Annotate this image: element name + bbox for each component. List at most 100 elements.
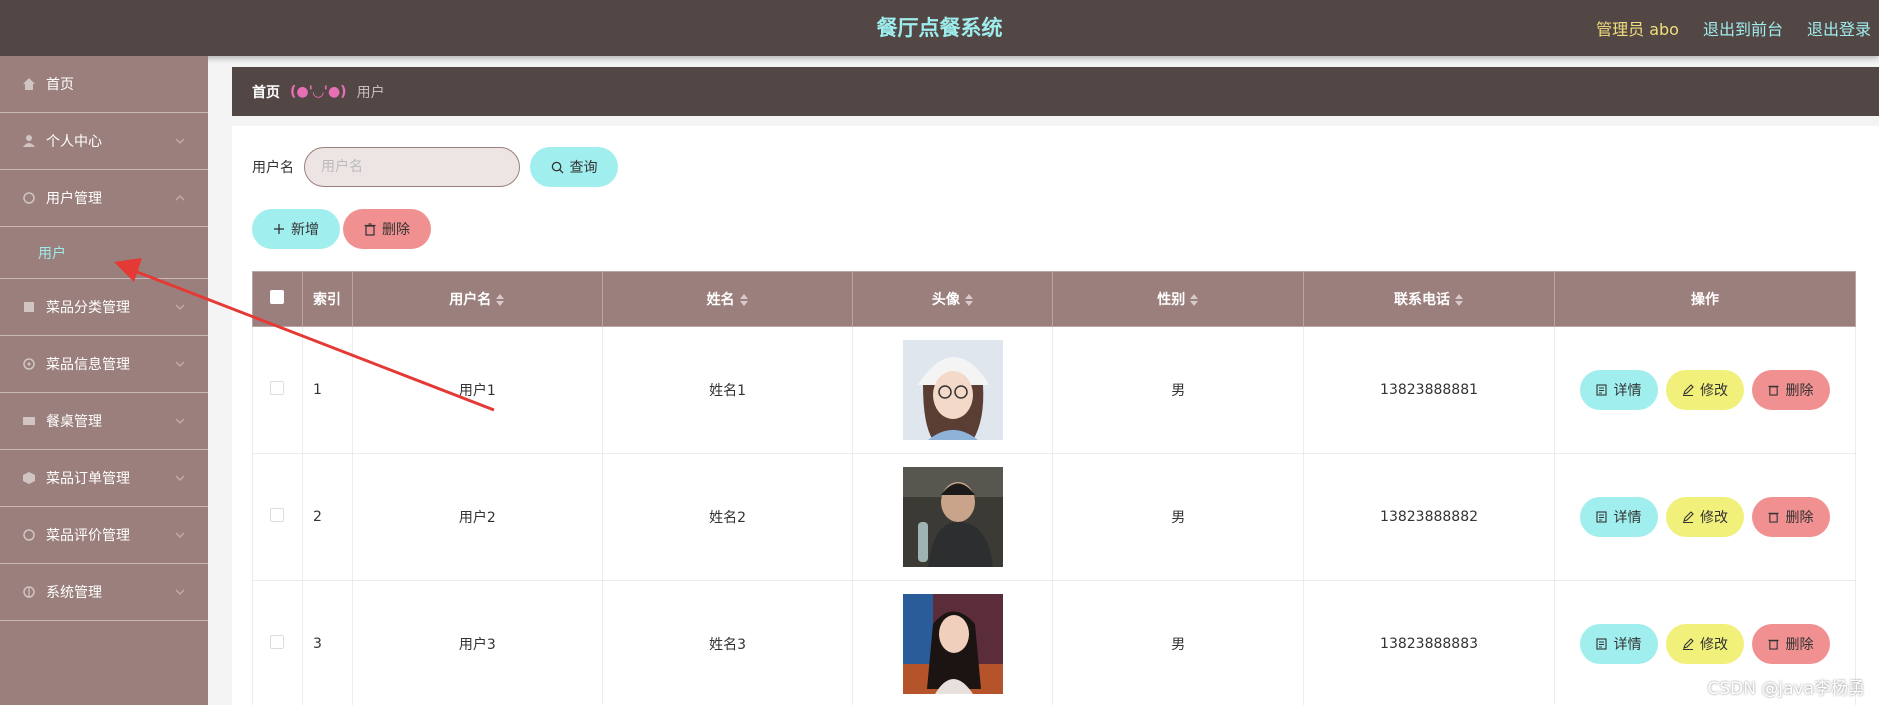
delete-button[interactable]: 删除 — [1751, 497, 1830, 537]
add-button-label: 新增 — [291, 222, 319, 238]
column-header-label: 用户名 — [449, 292, 492, 308]
chevron-down-icon — [175, 589, 185, 596]
username-search-input[interactable] — [304, 147, 520, 187]
trash-icon — [1768, 639, 1780, 650]
logout-link[interactable]: 退出登录 — [1807, 16, 1871, 40]
row-select-cell — [252, 580, 303, 705]
edit-button-label: 修改 — [1699, 383, 1728, 399]
dish-icon — [22, 357, 36, 371]
users-table: 索引 用户名 姓名 头像 性别 联系电话 操作 1 用户1 姓名1 男 1382… — [252, 271, 1857, 705]
row-actions: 详情 修改 删除 — [1555, 497, 1855, 537]
trash-icon — [364, 222, 376, 236]
sidebar-item-home[interactable]: 首页 — [0, 56, 208, 113]
row-checkbox[interactable] — [270, 635, 285, 649]
document-icon — [1596, 511, 1608, 523]
edit-button[interactable]: 修改 — [1665, 370, 1744, 410]
edit-icon — [1682, 511, 1694, 523]
avatar — [902, 467, 1003, 567]
top-header: 餐厅点餐系统 管理员 abo 退出到前台 退出登录 — [0, 0, 1879, 56]
row-select-cell — [252, 326, 303, 454]
cell-index: 3 — [301, 580, 353, 705]
row-checkbox[interactable] — [270, 508, 285, 522]
cell-index: 2 — [301, 453, 353, 581]
column-header-index: 索引 — [301, 271, 353, 327]
cell-phone: 13823888883 — [1303, 580, 1555, 705]
document-icon — [1596, 638, 1608, 650]
sidebar-item-user-management[interactable]: 用户管理 — [0, 170, 208, 227]
cell-name: 姓名1 — [601, 326, 854, 454]
sidebar-item-label: 菜品评价管理 — [46, 528, 130, 544]
sidebar-item-label: 菜品订单管理 — [46, 471, 130, 487]
sidebar-subitem-users[interactable]: 用户 — [0, 227, 208, 279]
detail-button[interactable]: 详情 — [1579, 370, 1658, 410]
chevron-down-icon — [175, 304, 185, 311]
trash-icon — [1768, 512, 1780, 523]
edit-icon — [1682, 638, 1694, 650]
column-header-name[interactable]: 姓名 — [601, 271, 854, 327]
chevron-down-icon — [175, 532, 185, 539]
detail-button[interactable]: 详情 — [1579, 624, 1658, 664]
sidebar-item-profile[interactable]: 个人中心 — [0, 113, 208, 170]
order-icon — [22, 471, 36, 485]
sidebar-item-label: 系统管理 — [46, 585, 102, 601]
column-header-username[interactable]: 用户名 — [351, 271, 603, 327]
column-header-gender[interactable]: 性别 — [1052, 271, 1305, 327]
sidebar-item-order-management[interactable]: 菜品订单管理 — [0, 450, 208, 507]
detail-button[interactable]: 详情 — [1579, 497, 1658, 537]
cell-username: 用户2 — [351, 453, 603, 581]
delete-button[interactable]: 删除 — [1751, 370, 1830, 410]
cell-username: 用户3 — [351, 580, 603, 705]
cell-index: 1 — [301, 326, 353, 454]
table-row: 2 用户2 姓名2 男 13823888882 详情 修改 删除 — [252, 453, 1857, 581]
row-checkbox[interactable] — [270, 381, 285, 395]
avatar — [902, 594, 1003, 694]
select-all-checkbox[interactable] — [270, 290, 285, 304]
table-icon — [22, 414, 36, 428]
back-to-front-link[interactable]: 退出到前台 — [1703, 16, 1783, 40]
breadcrumb-home[interactable]: 首页 — [252, 82, 280, 102]
column-header-phone[interactable]: 联系电话 — [1303, 271, 1555, 327]
cell-actions: 详情 修改 删除 — [1553, 453, 1857, 581]
select-all-header — [252, 271, 303, 327]
column-header-avatar[interactable]: 头像 — [852, 271, 1054, 327]
chevron-down-icon — [175, 475, 185, 482]
column-header-label: 姓名 — [706, 292, 735, 308]
sort-icon — [739, 294, 748, 306]
edit-button[interactable]: 修改 — [1665, 624, 1744, 664]
sort-icon — [1190, 294, 1199, 306]
edit-icon — [1682, 384, 1694, 396]
cell-gender: 男 — [1052, 326, 1305, 454]
sidebar-item-system-management[interactable]: 系统管理 — [0, 564, 208, 621]
sidebar-item-dish-management[interactable]: 菜品信息管理 — [0, 336, 208, 393]
sidebar-item-review-management[interactable]: 菜品评价管理 — [0, 507, 208, 564]
edit-button-label: 修改 — [1699, 510, 1728, 526]
sidebar-item-table-management[interactable]: 餐桌管理 — [0, 393, 208, 450]
search-label: 用户名 — [252, 160, 294, 176]
cell-actions: 详情 修改 删除 — [1553, 326, 1857, 454]
sidebar-item-category-management[interactable]: 菜品分类管理 — [0, 279, 208, 336]
cell-name: 姓名2 — [601, 453, 854, 581]
detail-button-label: 详情 — [1613, 637, 1642, 653]
cell-avatar — [852, 453, 1054, 581]
edit-button-label: 修改 — [1699, 637, 1728, 653]
action-bar: 新增 删除 — [252, 209, 431, 249]
sort-icon — [496, 294, 505, 306]
edit-button[interactable]: 修改 — [1665, 497, 1744, 537]
add-button[interactable]: 新增 — [252, 209, 340, 249]
cell-avatar — [852, 326, 1054, 454]
document-icon — [1596, 384, 1608, 396]
table-row: 3 用户3 姓名3 男 13823888883 详情 修改 删除 — [252, 580, 1857, 705]
breadcrumb-separator: (●'◡'●) — [290, 83, 347, 100]
user-icon — [22, 134, 36, 148]
delete-button-label: 删除 — [1785, 637, 1814, 653]
column-header-label: 联系电话 — [1394, 292, 1451, 308]
column-header-label: 性别 — [1157, 292, 1186, 308]
header-right: 管理员 abo 退出到前台 退出登录 — [1596, 0, 1871, 56]
search-button[interactable]: 查询 — [530, 147, 618, 187]
delete-button[interactable]: 删除 — [1751, 624, 1830, 664]
cell-username: 用户1 — [351, 326, 603, 454]
chevron-down-icon — [175, 138, 185, 145]
admin-label: 管理员 abo — [1596, 20, 1679, 39]
batch-delete-button[interactable]: 删除 — [343, 209, 431, 249]
cell-gender: 男 — [1052, 453, 1305, 581]
